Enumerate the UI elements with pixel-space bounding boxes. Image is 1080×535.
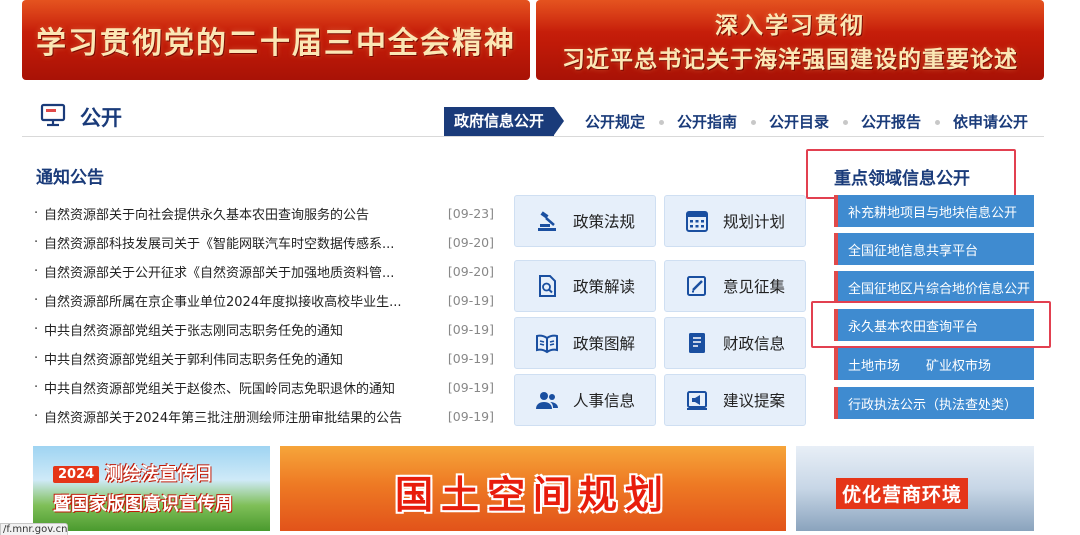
section-title: 公开	[80, 106, 122, 130]
key-link-law-enforcement[interactable]: 行政执法公示（执法查处类）	[834, 387, 1034, 419]
users-icon	[536, 392, 558, 409]
notice-title[interactable]: 自然资源部关于2024年第三批注册测绘师注册审批结果的公告	[44, 407, 424, 426]
banner-right-line1: 深入学习贯彻	[715, 13, 865, 39]
gavel-icon	[538, 211, 556, 231]
notice-title[interactable]: 中共自然资源部党组关于张志刚同志职务任免的通知	[44, 320, 424, 339]
key-link-label: 全国征地区片综合地价信息公开	[848, 281, 1031, 297]
tab-open-guide[interactable]: 公开指南	[677, 111, 737, 132]
planning-button[interactable]: 规划计划	[664, 195, 806, 247]
edit-form-icon	[687, 276, 706, 296]
policy-regulations-button[interactable]: 政策法规	[514, 195, 656, 247]
notice-title[interactable]: 自然资源部科技发展司关于《智能网联汽车时空数据传感系...	[44, 233, 424, 252]
notice-date: [09-20]	[447, 235, 494, 250]
quick-label: 人事信息	[573, 392, 636, 410]
bullet: ·	[34, 322, 39, 337]
open-book-icon	[536, 334, 558, 354]
list-item[interactable]: · 中共自然资源部党组关于赵俊杰、阮国岭同志免职退休的通知 [09-19]	[34, 373, 494, 402]
banner-b1-line2: 暨国家版图意识宣传周	[53, 494, 233, 515]
notice-date: [09-19]	[447, 322, 494, 337]
banner-b1-line1: 2024 测绘法宣传日	[53, 460, 213, 486]
key-link-label: 行政执法公示（执法查处类）	[848, 397, 1018, 413]
opinion-solicitation-button[interactable]: 意见征集	[664, 260, 806, 312]
key-link-supplementary-farmland[interactable]: 补充耕地项目与地块信息公开	[834, 195, 1034, 227]
tab-separator	[659, 120, 664, 125]
quick-label: 政策解读	[573, 278, 636, 296]
notice-title[interactable]: 自然资源部关于向社会提供永久基本农田查询服务的公告	[44, 204, 424, 223]
bullet: ·	[34, 380, 39, 395]
quick-label: 政策法规	[573, 213, 636, 231]
notice-date: [09-19]	[447, 293, 494, 308]
list-item[interactable]: · 中共自然资源部党组关于郭利伟同志职务任免的通知 [09-19]	[34, 344, 494, 373]
key-link-land-market[interactable]: 土地市场	[848, 355, 900, 374]
banner-business-environment[interactable]: 优化营商环境	[796, 446, 1034, 531]
key-link-markets: 土地市场 矿业权市场	[834, 348, 1034, 380]
quick-label: 建议提案	[723, 392, 786, 410]
finance-info-button[interactable]: 财政信息	[664, 317, 806, 369]
status-bar-url: /f.mnr.gov.cn	[0, 523, 68, 535]
list-item[interactable]: · 自然资源部关于向社会提供永久基本农田查询服务的公告 [09-23]	[34, 199, 494, 228]
notice-date: [09-23]	[447, 206, 494, 221]
key-link-label: 补充耕地项目与地块信息公开	[848, 205, 1018, 221]
notice-title[interactable]: 中共自然资源部党组关于赵俊杰、阮国岭同志免职退休的通知	[44, 378, 424, 397]
tab-apply-open[interactable]: 依申请公开	[953, 111, 1028, 132]
banner-left-text: 学习贯彻党的二十届三中全会精神	[36, 26, 516, 61]
tab-open-rules[interactable]: 公开规定	[585, 111, 645, 132]
banner-right-line2: 习近平总书记关于海洋强国建设的重要论述	[562, 47, 1018, 73]
banner-b3-text: 优化营商环境	[836, 478, 969, 509]
quick-label: 意见征集	[723, 278, 786, 296]
key-link-mining-market[interactable]: 矿业权市场	[926, 355, 991, 374]
list-item[interactable]: · 自然资源部关于公开征求《自然资源部关于加强地质资料管... [09-20]	[34, 257, 494, 286]
notice-date: [09-19]	[447, 409, 494, 424]
bullet: ·	[34, 293, 39, 308]
quick-label: 规划计划	[723, 213, 786, 231]
list-item[interactable]: · 中共自然资源部党组关于张志刚同志职务任免的通知 [09-19]	[34, 315, 494, 344]
key-areas-title: 重点领域信息公开	[834, 169, 970, 189]
policy-graphics-button[interactable]: 政策图解	[514, 317, 656, 369]
bullet: ·	[34, 351, 39, 366]
bullet: ·	[34, 235, 39, 250]
proposals-button[interactable]: 建议提案	[664, 374, 806, 426]
tab-separator	[935, 120, 940, 125]
section-divider	[22, 136, 1044, 137]
policy-interpretation-button[interactable]: 政策解读	[514, 260, 656, 312]
banner-third-plenum[interactable]: 学习贯彻党的二十届三中全会精神	[22, 0, 530, 80]
banner-ocean-power[interactable]: 深入学习贯彻 习近平总书记关于海洋强国建设的重要论述	[536, 0, 1044, 80]
quick-label: 财政信息	[723, 335, 786, 353]
notice-date: [09-20]	[447, 264, 494, 279]
notice-title[interactable]: 中共自然资源部党组关于郭利伟同志职务任免的通知	[44, 349, 424, 368]
notice-title[interactable]: 自然资源部所属在京企事业单位2024年度拟接收高校毕业生...	[44, 291, 424, 310]
tab-separator	[751, 120, 756, 125]
monitor-icon	[40, 103, 66, 127]
bullet: ·	[34, 206, 39, 221]
quick-label: 政策图解	[573, 335, 636, 353]
highlight-box	[811, 301, 1051, 348]
bullet: ·	[34, 264, 39, 279]
personnel-info-button[interactable]: 人事信息	[514, 374, 656, 426]
tab-open-report[interactable]: 公开报告	[861, 111, 921, 132]
banner-surveying-day[interactable]: 2024 测绘法宣传日 暨国家版图意识宣传周	[33, 446, 270, 531]
tab-gov-info-open[interactable]: 政府信息公开	[444, 107, 564, 136]
notice-title[interactable]: 自然资源部关于公开征求《自然资源部关于加强地质资料管...	[44, 262, 424, 281]
list-item[interactable]: · 自然资源部所属在京企事业单位2024年度拟接收高校毕业生... [09-19]	[34, 286, 494, 315]
ledger-icon	[689, 333, 705, 353]
notice-date: [09-19]	[447, 351, 494, 366]
document-search-icon	[539, 275, 556, 297]
banner-spatial-planning[interactable]: 国土空间规划	[280, 446, 786, 531]
megaphone-icon	[687, 391, 707, 410]
notice-date: [09-19]	[447, 380, 494, 395]
list-item[interactable]: · 自然资源部科技发展司关于《智能网联汽车时空数据传感系... [09-20]	[34, 228, 494, 257]
notice-list: · 自然资源部关于向社会提供永久基本农田查询服务的公告 [09-23] · 自然资源部…	[34, 199, 494, 431]
key-link-land-price-info[interactable]: 全国征地区片综合地价信息公开	[834, 271, 1034, 303]
calendar-grid-icon	[686, 211, 708, 232]
key-link-land-acquisition-platform[interactable]: 全国征地信息共享平台	[834, 233, 1034, 265]
banner-b1-year: 2024	[53, 466, 100, 483]
list-item[interactable]: · 自然资源部关于2024年第三批注册测绘师注册审批结果的公告 [09-19]	[34, 402, 494, 431]
tab-open-catalog[interactable]: 公开目录	[769, 111, 829, 132]
key-link-label: 全国征地信息共享平台	[848, 243, 979, 259]
banner-b2-text: 国土空间规划	[394, 473, 671, 517]
bullet: ·	[34, 409, 39, 424]
tab-separator	[843, 120, 848, 125]
notices-title[interactable]: 通知公告	[36, 163, 104, 188]
